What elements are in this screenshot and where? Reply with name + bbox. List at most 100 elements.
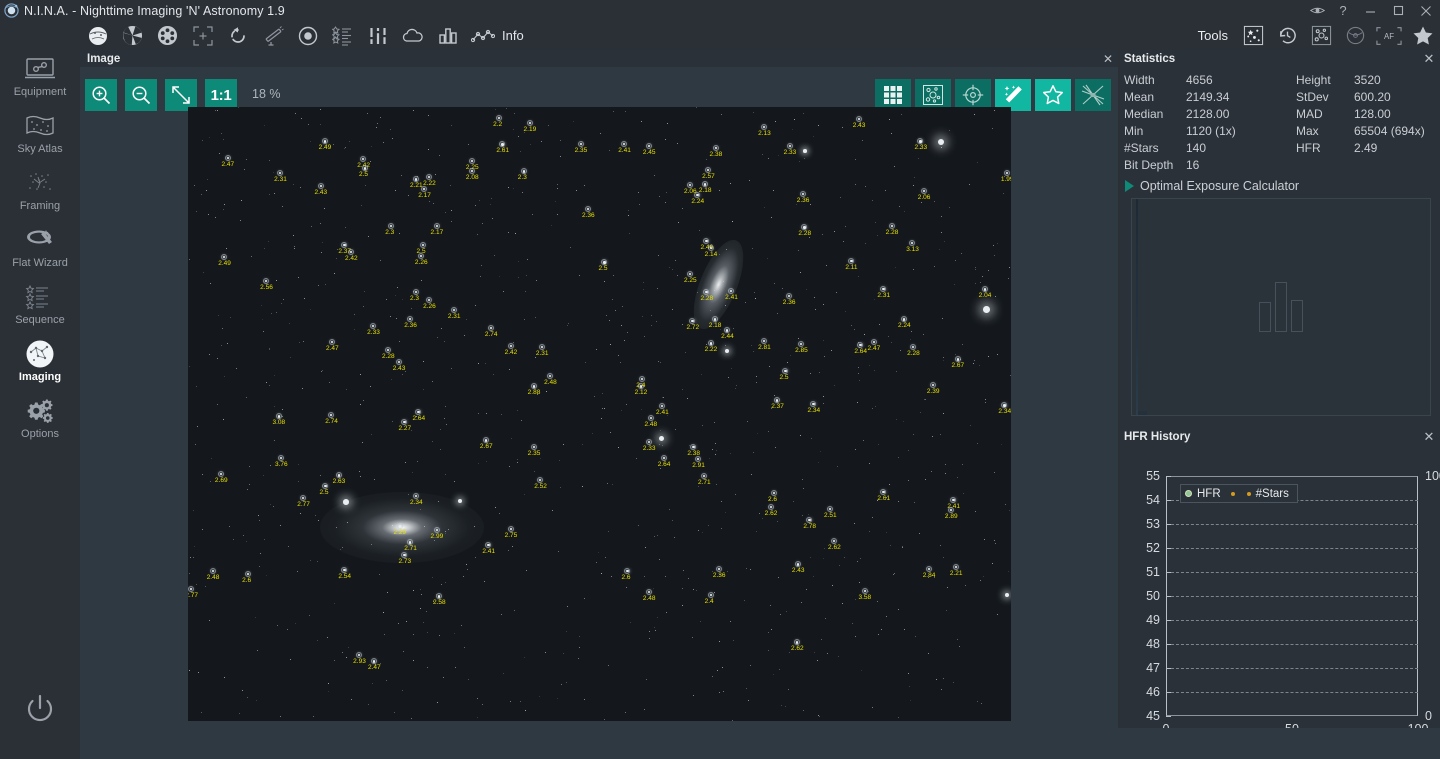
plate-solve-icon[interactable] xyxy=(1304,21,1338,50)
hfr-history-chart[interactable]: 55545352515049484746451000050100 HFR #St… xyxy=(1146,469,1440,736)
maximize-button[interactable] xyxy=(1384,0,1412,21)
star-hfr-label: 2.24 xyxy=(898,322,911,330)
statistics-close-icon[interactable]: ✕ xyxy=(1418,51,1440,67)
main-toolbar: Info Tools AF xyxy=(0,21,1440,50)
bahtinov-mask-button[interactable] xyxy=(1075,79,1111,111)
sidebar-item-sequence[interactable]: Sequence xyxy=(0,278,80,335)
aperture-icon[interactable] xyxy=(115,21,150,50)
background-star xyxy=(823,548,825,550)
chart-tick xyxy=(1166,716,1171,717)
polar-plot-icon[interactable] xyxy=(465,21,500,50)
background-star xyxy=(854,184,856,186)
background-star xyxy=(347,647,349,648)
background-star xyxy=(516,459,518,460)
star-hfr-label: 2.61 xyxy=(496,147,510,155)
weather-cloud-icon[interactable] xyxy=(395,21,430,50)
background-star xyxy=(910,331,912,333)
chart-gridline xyxy=(1166,548,1418,549)
background-star xyxy=(403,650,405,652)
star-hfr-label: 2.41 xyxy=(482,547,496,555)
background-star xyxy=(930,470,932,472)
power-icon[interactable] xyxy=(0,692,80,726)
star-hfr-label: 2.5 xyxy=(319,488,329,496)
background-star xyxy=(189,556,191,558)
star-hfr-label: 2.5 xyxy=(598,265,608,273)
astro-image-canvas[interactable]: 2.2 2.19 2.43 2.13 2.49 2.61 2.35 2.41 2.45 2.38 2… xyxy=(188,107,1011,721)
background-star xyxy=(321,251,323,253)
background-star xyxy=(776,521,778,523)
background-star xyxy=(672,309,673,310)
background-star xyxy=(523,494,525,496)
background-star xyxy=(518,277,519,278)
sidebar-item-options[interactable]: Options xyxy=(0,392,80,449)
sky-survey-icon[interactable] xyxy=(80,21,115,50)
autofocus-icon[interactable]: AF xyxy=(1372,21,1406,50)
stat-key: Bit Depth xyxy=(1124,158,1174,172)
background-star xyxy=(717,670,718,671)
background-star xyxy=(390,129,391,131)
eye-icon[interactable] xyxy=(1304,0,1330,21)
histogram-icon[interactable] xyxy=(430,21,465,50)
background-star xyxy=(217,109,219,111)
image-panel: Image ✕ 1:1 18 % 2.2 2.19 2.43 2.13 2.49… xyxy=(80,50,1118,728)
info-label[interactable]: Info xyxy=(500,28,530,43)
background-star xyxy=(579,275,580,277)
star-hfr-label: 2.44 xyxy=(721,333,734,341)
background-star xyxy=(889,119,890,120)
detected-star xyxy=(769,505,772,508)
background-star xyxy=(944,240,945,242)
sidebar-item-equipment[interactable]: Equipment xyxy=(0,50,80,107)
background-star xyxy=(288,323,290,325)
image-panel-close-icon[interactable]: ✕ xyxy=(1098,52,1118,66)
minimize-button[interactable] xyxy=(1356,0,1384,21)
background-star xyxy=(715,449,717,451)
sidebar-item-imaging[interactable]: Imaging xyxy=(0,335,80,392)
zoom-out-button[interactable] xyxy=(125,79,157,111)
star-hfr-label: 2.28 xyxy=(700,294,714,302)
star-detection-icon[interactable] xyxy=(1236,21,1270,50)
favorite-star-icon[interactable] xyxy=(1406,21,1440,50)
zoom-in-button[interactable] xyxy=(85,79,117,111)
background-star xyxy=(308,123,310,125)
background-star xyxy=(650,325,652,327)
background-star xyxy=(817,125,819,126)
background-star xyxy=(907,449,909,451)
hfr-history-close-icon[interactable]: ✕ xyxy=(1418,429,1440,445)
history-clock-icon[interactable] xyxy=(1270,21,1304,50)
background-star xyxy=(942,557,944,559)
star-hfr-label: 2.17 xyxy=(430,229,444,237)
rotator-icon[interactable] xyxy=(220,21,255,50)
sidebar-item-framing[interactable]: Framing xyxy=(0,164,80,221)
filterwheel-icon[interactable] xyxy=(150,21,185,50)
background-star xyxy=(836,292,838,294)
star-detection-button[interactable] xyxy=(1035,79,1071,111)
sidebar-item-flat-wizard[interactable]: Flat Wizard xyxy=(0,221,80,278)
background-star xyxy=(724,345,726,347)
star-hfr-label: 2.41 xyxy=(618,146,631,154)
background-star xyxy=(261,304,262,306)
help-button[interactable]: ? xyxy=(1330,0,1356,21)
sliders-icon[interactable] xyxy=(360,21,395,50)
sidebar-item-sky-atlas[interactable]: Sky Atlas xyxy=(0,107,80,164)
close-button[interactable] xyxy=(1412,0,1440,21)
detected-star xyxy=(211,569,214,572)
background-star xyxy=(854,523,855,524)
background-star xyxy=(997,354,998,355)
background-star xyxy=(557,183,558,185)
legend-label-hfr: HFR xyxy=(1197,487,1221,500)
background-star xyxy=(342,651,344,653)
background-star xyxy=(454,633,456,635)
focus-frame-icon[interactable] xyxy=(185,21,220,50)
optimal-exposure-calculator-expander[interactable]: Optimal Exposure Calculator xyxy=(1120,173,1440,193)
histogram-plot[interactable] xyxy=(1131,198,1431,416)
guider-icon[interactable] xyxy=(290,21,325,50)
detected-star xyxy=(872,340,875,343)
background-star xyxy=(773,282,775,284)
polar-alignment-icon[interactable] xyxy=(1338,21,1372,50)
telescope-icon[interactable] xyxy=(255,21,290,50)
star-hfr-label: 3.08 xyxy=(272,419,286,427)
background-star xyxy=(585,361,586,363)
sequence-list-icon[interactable] xyxy=(325,21,360,50)
background-star xyxy=(872,707,874,709)
sidebar-item-label: Sky Atlas xyxy=(17,143,63,155)
